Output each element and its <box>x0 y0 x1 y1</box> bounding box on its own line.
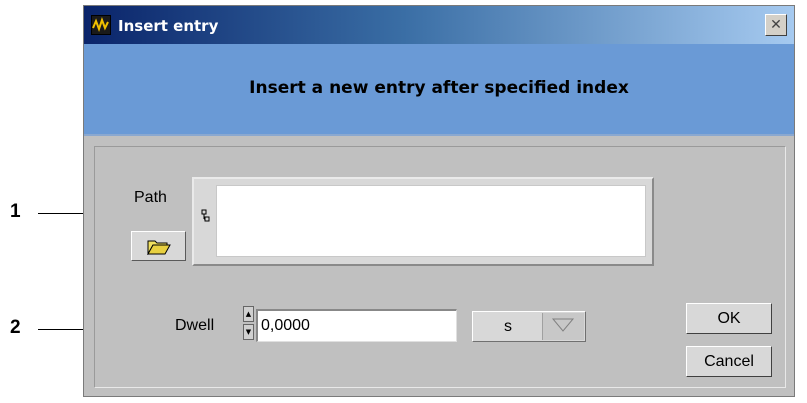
browse-button[interactable] <box>131 231 186 261</box>
ok-button[interactable]: OK <box>686 303 772 334</box>
unit-value: s <box>504 318 512 335</box>
window-title: Insert entry <box>118 17 219 35</box>
labview-app-icon <box>91 15 111 35</box>
folder-open-icon <box>147 240 171 255</box>
increment-arrow-icon[interactable]: ▲ <box>243 306 254 322</box>
dwell-label: Dwell <box>175 317 215 334</box>
path-control <box>192 177 654 266</box>
path-label: Path <box>134 189 167 206</box>
decrement-arrow-icon[interactable]: ▼ <box>243 324 254 340</box>
title-bar[interactable]: Insert entry ✕ <box>84 6 794 44</box>
dwell-stepper[interactable]: ▲ ▼ <box>243 306 254 340</box>
path-glyph-icon <box>201 209 210 222</box>
banner-text: Insert a new entry after specified index <box>249 78 629 98</box>
header-banner: Insert a new entry after specified index <box>84 44 794 136</box>
callout-2: 2 <box>10 317 21 338</box>
dropdown-arrow-icon[interactable] <box>542 313 584 340</box>
close-button[interactable]: ✕ <box>765 14 787 36</box>
dwell-input[interactable]: 0,0000 <box>256 309 457 342</box>
path-input[interactable] <box>216 185 646 257</box>
callout-1: 1 <box>10 201 21 222</box>
unit-select[interactable]: s <box>472 311 586 342</box>
cancel-button[interactable]: Cancel <box>686 346 772 377</box>
